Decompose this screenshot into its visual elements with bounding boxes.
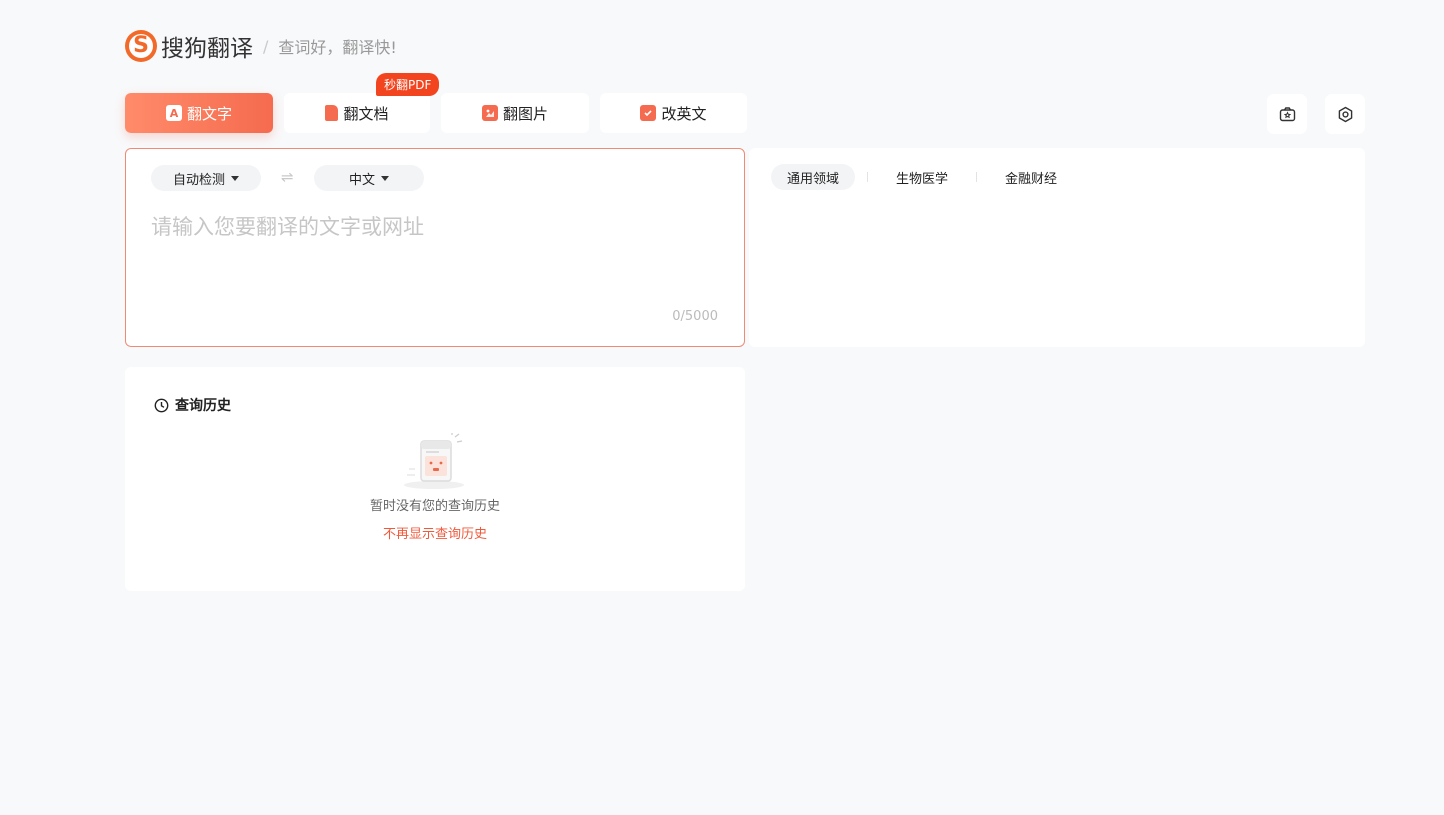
query-history-panel: 查询历史 暂时没有您的查询历史 不再显示查询历史 [125, 367, 745, 591]
mode-tabs: A 翻文字 秒翻PDF 翻文档 翻图片 改英文 [125, 73, 758, 133]
domain-finance[interactable]: 金融财经 [989, 164, 1073, 190]
camera-button[interactable] [1267, 94, 1307, 134]
translate-page: S 搜狗翻译 / 查词好，翻译快! A 翻文字 秒翻PDF 翻文档 翻图片 改英… [0, 0, 1444, 815]
target-language-select[interactable]: 中文 [314, 165, 424, 191]
translation-output-panel: 通用领域 生物医学 金融财经 [749, 148, 1365, 347]
domain-divider [976, 172, 978, 182]
hide-history-link[interactable]: 不再显示查询历史 [125, 523, 745, 542]
history-title: 查询历史 [154, 395, 231, 415]
header-divider: / [263, 36, 269, 56]
settings-button[interactable] [1325, 94, 1365, 134]
sogou-logo-icon: S [125, 30, 157, 62]
edit-check-icon [640, 105, 657, 121]
document-icon [325, 105, 339, 121]
pdf-promo-badge[interactable]: 秒翻PDF [376, 73, 440, 96]
tab-label: 翻图片 [502, 104, 548, 123]
logo[interactable]: S 搜狗翻译 [125, 29, 253, 63]
source-language-select[interactable]: 自动检测 [151, 165, 261, 191]
tab-label: 改英文 [661, 104, 707, 123]
history-title-text: 查询历史 [175, 398, 231, 414]
domain-general[interactable]: 通用领域 [771, 164, 856, 190]
header: S 搜狗翻译 / 查词好，翻译快! [125, 29, 397, 63]
source-language-label: 自动检测 [172, 172, 225, 188]
domain-divider [867, 172, 869, 182]
domain-selector: 通用领域 生物医学 金融财经 [771, 164, 1073, 190]
tab-translate-image[interactable]: 翻图片 [441, 93, 589, 133]
source-text-panel: 自动检测 ⇌ 中文 0/5000 [125, 148, 745, 347]
tab-translate-text[interactable]: A 翻文字 [125, 93, 273, 133]
tab-translate-document[interactable]: 秒翻PDF 翻文档 [284, 73, 440, 133]
empty-history-illustration-icon [404, 433, 464, 489]
tab-label: 翻文档 [343, 104, 389, 123]
clock-icon [154, 398, 169, 413]
caret-down-icon [231, 175, 239, 181]
letter-a-icon: A [165, 105, 182, 121]
target-language-label: 中文 [348, 172, 375, 188]
tab-polish-english[interactable]: 改英文 [600, 93, 747, 133]
settings-gear-icon [1338, 106, 1352, 122]
empty-history-text: 暂时没有您的查询历史 [369, 499, 500, 514]
caret-down-icon [381, 175, 389, 181]
character-counter: 0/5000 [672, 309, 718, 324]
slogan: 查词好，翻译快! [278, 38, 397, 57]
camera-icon [1279, 106, 1295, 121]
swap-languages-icon[interactable]: ⇌ [281, 168, 294, 186]
image-icon [481, 105, 498, 121]
domain-biomedical[interactable]: 生物医学 [880, 164, 964, 190]
tab-label: 翻文字 [186, 104, 232, 123]
source-text-input[interactable] [151, 211, 721, 311]
logo-text: 搜狗翻译 [161, 36, 253, 62]
